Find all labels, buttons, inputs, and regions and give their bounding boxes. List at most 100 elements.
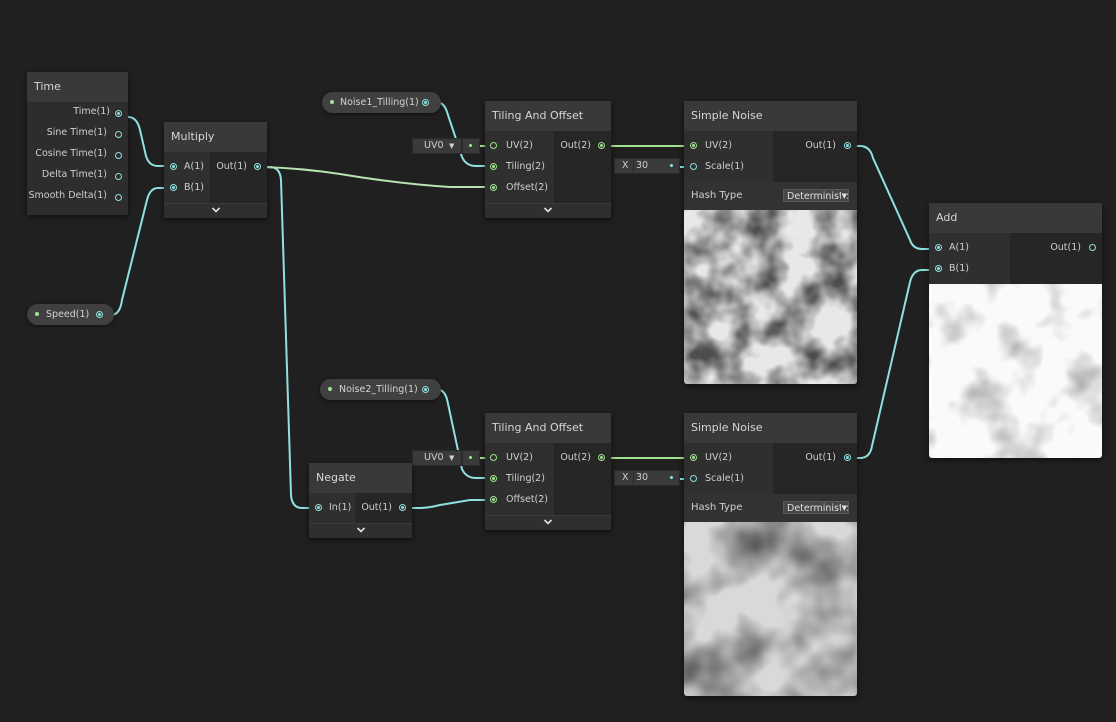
output-port-label: Out(1) [216, 161, 247, 172]
input-port-label: In(1) [329, 502, 352, 513]
input-port-a[interactable] [170, 163, 177, 170]
wire-noise2-to-add-b [847, 269, 936, 459]
property-indicator-icon [328, 387, 332, 391]
output-port-noise2-tilling[interactable] [422, 386, 429, 393]
field-divider [633, 159, 634, 173]
hash-type-label: Hash Type [691, 190, 743, 201]
multiply-node[interactable]: Multiply A(1) B(1) Out(1) [164, 122, 267, 218]
speed-property-node[interactable]: Speed(1) [27, 304, 114, 325]
expand-toggle[interactable] [485, 515, 611, 530]
chevron-down-icon [356, 524, 366, 536]
negate-node[interactable]: Negate In(1) Out(1) [309, 463, 412, 538]
connector-dot-icon [469, 456, 472, 459]
input-port-in[interactable] [315, 504, 322, 511]
scale-inline-field[interactable]: X 30 [614, 470, 680, 486]
property-label: Speed(1) [46, 309, 90, 320]
tiling-and-offset-node-1[interactable]: Tiling And Offset UV(2) Tiling(2) Offset… [485, 101, 611, 218]
input-port-label: UV(2) [506, 452, 533, 463]
output-port-out[interactable] [254, 163, 261, 170]
property-label: Noise2_Tilling(1) [339, 384, 418, 395]
input-port-uv[interactable] [690, 142, 697, 149]
input-port-uv[interactable] [490, 454, 497, 461]
simple-noise-node-2[interactable]: Simple Noise UV(2) Scale(1) Out(1) Hash … [684, 413, 857, 696]
output-port-out[interactable] [844, 142, 851, 149]
output-port-label: Out(1) [805, 452, 836, 463]
input-port-b[interactable] [170, 184, 177, 191]
scale-value: 30 [636, 472, 649, 483]
input-port-scale[interactable] [690, 163, 697, 170]
input-port-b[interactable] [935, 265, 942, 272]
wire-noise1-to-add-a [847, 145, 936, 250]
input-port-label: UV(2) [705, 140, 732, 151]
connector-dot-icon [670, 164, 673, 167]
input-port-a[interactable] [935, 244, 942, 251]
hash-type-row: Hash Type Deterministic ▼ [684, 182, 857, 210]
node-title: Add [929, 203, 1102, 233]
hash-type-dropdown[interactable]: Deterministic ▼ [783, 189, 849, 202]
node-title: Simple Noise [684, 413, 857, 443]
time-node[interactable]: Time Time(1) Sine Time(1) Cosine Time(1)… [27, 72, 128, 215]
tiling-and-offset-node-2[interactable]: Tiling And Offset UV(2) Tiling(2) Offset… [485, 413, 611, 530]
input-port-label: Scale(1) [705, 161, 745, 172]
input-port-tiling[interactable] [490, 475, 497, 482]
input-port-scale[interactable] [690, 475, 697, 482]
input-port-label: Tiling(2) [506, 161, 545, 172]
output-port-speed[interactable] [96, 311, 103, 318]
hash-type-dropdown[interactable]: Deterministic ▼ [783, 501, 849, 514]
node-title: Tiling And Offset [485, 101, 611, 131]
output-port-out[interactable] [598, 454, 605, 461]
input-port-tiling[interactable] [490, 163, 497, 170]
output-port-delta-time[interactable] [115, 173, 122, 180]
input-port-offset[interactable] [490, 496, 497, 503]
uv-value: UV0 [424, 452, 444, 463]
uv-inline-connector [462, 138, 480, 154]
noise2-tilling-property-node[interactable]: Noise2_Tilling(1) [320, 379, 441, 400]
output-port-label: Delta Time(1) [41, 169, 107, 180]
scale-value: 30 [636, 160, 649, 171]
input-port-label: Scale(1) [705, 473, 745, 484]
output-port-label: Out(1) [805, 140, 836, 151]
output-port-label: Out(2) [560, 140, 591, 151]
expand-toggle[interactable] [485, 203, 611, 218]
simple-noise-node-1[interactable]: Simple Noise UV(2) Scale(1) Out(1) Hash … [684, 101, 857, 384]
connector-dot-icon [670, 476, 673, 479]
input-port-offset[interactable] [490, 184, 497, 191]
output-port-time[interactable] [115, 110, 122, 117]
output-port-sine-time[interactable] [115, 131, 122, 138]
input-port-label: B(1) [184, 182, 204, 193]
output-port-label: Out(1) [361, 502, 392, 513]
input-port-label: A(1) [184, 161, 204, 172]
chevron-down-icon [211, 204, 221, 216]
uv-channel-dropdown[interactable]: UV0 ▼ [412, 138, 462, 154]
uv-inline-connector [462, 450, 480, 466]
input-port-label: UV(2) [705, 452, 732, 463]
wire-multiply-to-tiling1-offset-green [261, 166, 493, 188]
output-port-label: Out(2) [560, 452, 591, 463]
output-port-label: Time(1) [73, 106, 110, 117]
node-title: Time [27, 72, 128, 102]
noise1-tilling-property-node[interactable]: Noise1_Tilling(1) [322, 92, 441, 113]
expand-toggle[interactable] [309, 523, 412, 538]
input-port-label: UV(2) [506, 140, 533, 151]
triangle-down-icon: ▼ [840, 502, 847, 513]
add-preview-image [929, 284, 1102, 458]
scale-axis-label: X [622, 160, 629, 171]
output-port-out[interactable] [399, 504, 406, 511]
output-port-cosine-time[interactable] [115, 152, 122, 159]
hash-type-row: Hash Type Deterministic ▼ [684, 494, 857, 522]
node-title: Tiling And Offset [485, 413, 611, 443]
scale-inline-field[interactable]: X 30 [614, 158, 680, 174]
output-port-out[interactable] [844, 454, 851, 461]
uv-channel-dropdown[interactable]: UV0 ▼ [412, 450, 462, 466]
node-title: Multiply [164, 122, 267, 152]
output-port-out[interactable] [598, 142, 605, 149]
output-port-noise1-tilling[interactable] [422, 99, 429, 106]
expand-toggle[interactable] [164, 203, 267, 218]
add-node[interactable]: Add A(1) B(1) Out(1) [929, 203, 1102, 458]
property-indicator-icon [330, 100, 334, 104]
input-port-uv[interactable] [690, 454, 697, 461]
output-port-out[interactable] [1089, 244, 1096, 251]
input-port-label: B(1) [949, 263, 969, 274]
output-port-smooth-delta[interactable] [115, 194, 122, 201]
input-port-uv[interactable] [490, 142, 497, 149]
